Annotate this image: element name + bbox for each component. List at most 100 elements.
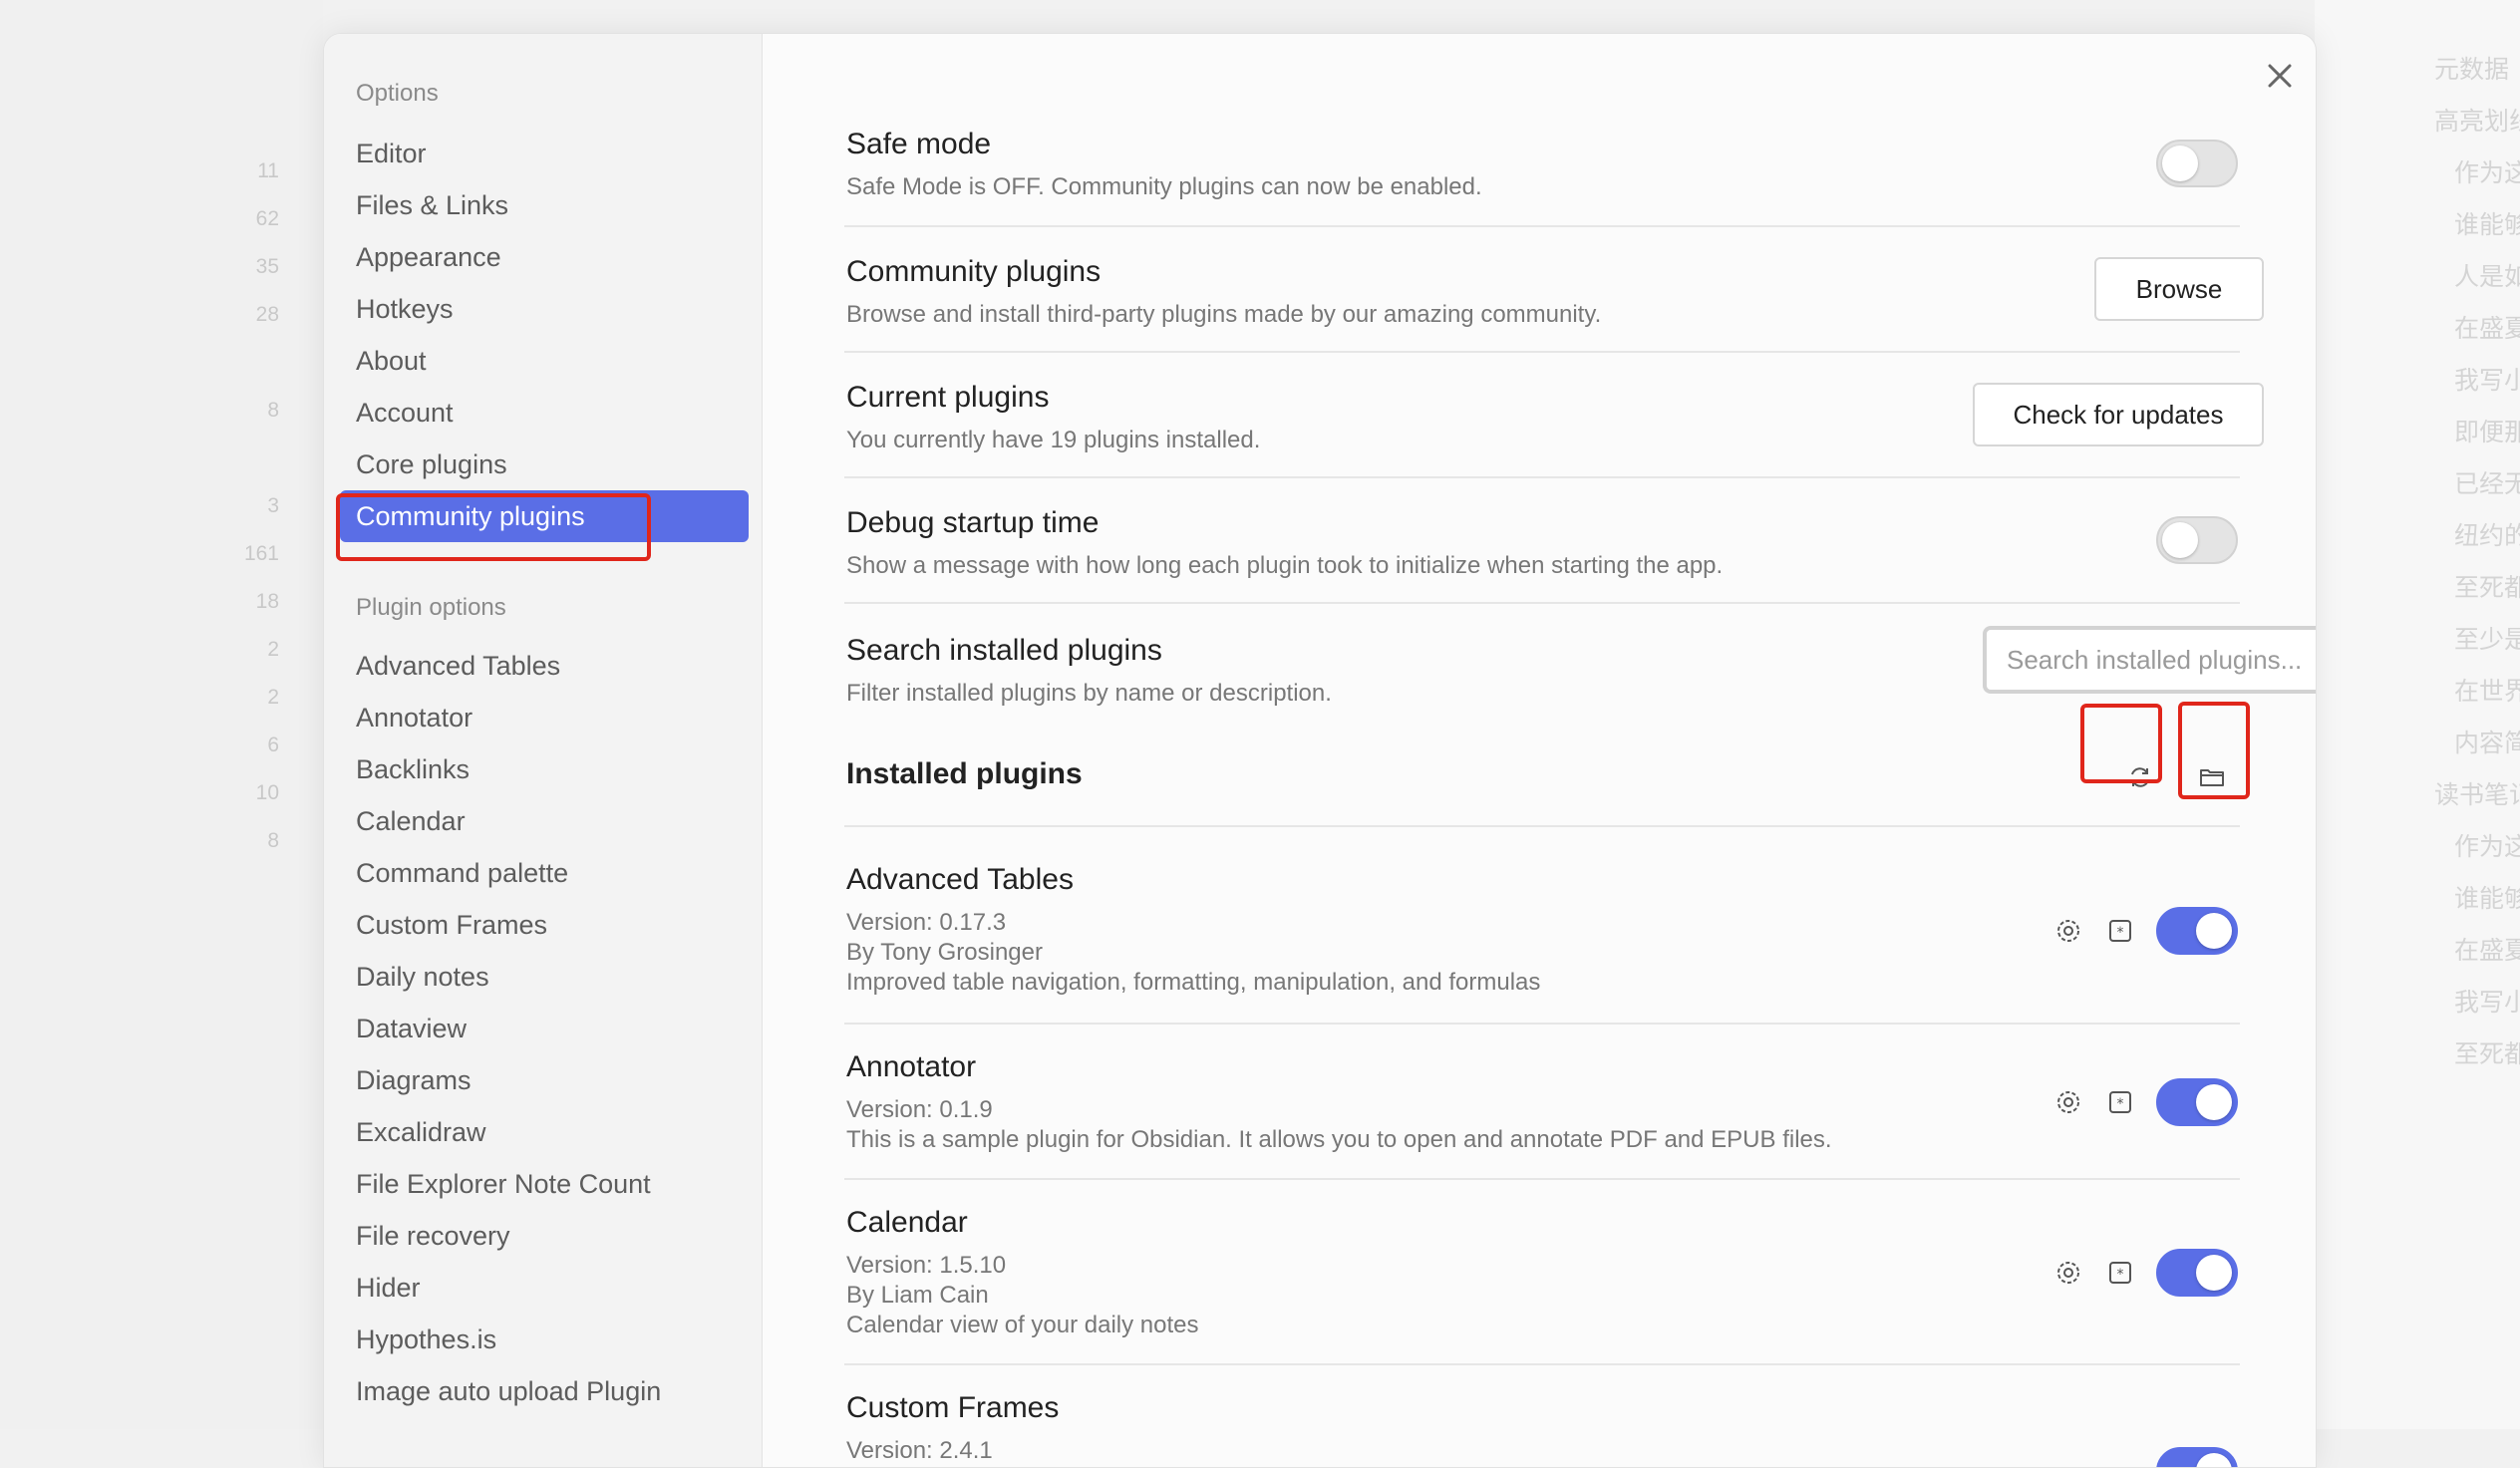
reload-icon: [2131, 767, 2149, 787]
close-icon: [2268, 64, 2292, 88]
community-plugins-title: Community plugins: [846, 255, 1102, 288]
sidebar-item-diagrams[interactable]: Diagrams: [340, 1054, 749, 1106]
sidebar-item-backlinks[interactable]: Backlinks: [340, 743, 749, 795]
sidebar-item-files-links[interactable]: Files & Links: [340, 179, 749, 231]
sidebar-item-account[interactable]: Account: [340, 387, 749, 439]
sidebar-item-about[interactable]: About: [340, 335, 749, 387]
plugin-description: Improved table navigation, formatting, m…: [846, 969, 1541, 996]
line-number: 62: [255, 207, 279, 230]
plugin-name: Custom Frames: [846, 1391, 1060, 1424]
plugin-enable-toggle[interactable]: [2156, 907, 2238, 955]
sidebar-item-dataview[interactable]: Dataview: [340, 1003, 749, 1054]
plugin-author: By Tony Grosinger: [846, 939, 1043, 966]
sidebar-item-hypothesis[interactable]: Hypothes.is: [340, 1314, 749, 1365]
line-number: 11: [257, 159, 279, 182]
plugin-settings-button[interactable]: [2047, 909, 2090, 953]
plugin-version: Version: 0.17.3: [846, 909, 1007, 936]
sidebar-item-custom-frames[interactable]: Custom Frames: [340, 899, 749, 951]
current-plugins-title: Current plugins: [846, 381, 1050, 414]
hotkey-icon: *: [2109, 920, 2131, 942]
settings-sidebar: Options Editor Files & Links Appearance …: [324, 34, 763, 1467]
settings-modal: Options Editor Files & Links Appearance …: [323, 33, 2317, 1468]
background-outline-panel: 元数据 高亮划线 作为这 谁能够 人是如 在盛夏 我写小 即便那 已经无 纽约的…: [2315, 0, 2520, 1429]
line-number: 2: [267, 686, 279, 709]
plugin-row: Advanced Tables Version: 0.17.3 By Tony …: [844, 827, 2240, 1025]
sidebar-item-calendar[interactable]: Calendar: [340, 795, 749, 847]
close-button[interactable]: [2258, 54, 2302, 98]
sidebar-item-appearance[interactable]: Appearance: [340, 231, 749, 283]
sidebar-item-annotator[interactable]: Annotator: [340, 692, 749, 743]
line-number: 35: [255, 255, 279, 278]
plugin-version: Version: 1.5.10: [846, 1252, 1007, 1279]
outline-item: 在盛夏: [2454, 314, 2520, 343]
gear-icon: [2057, 1262, 2079, 1284]
toggle-knob: [2162, 146, 2198, 181]
plugin-enable-toggle[interactable]: [2156, 1078, 2238, 1126]
outline-item: 即便那: [2454, 418, 2520, 446]
toggle-knob: [2162, 522, 2198, 558]
folder-icon: [2200, 769, 2224, 786]
outline-item: 作为这: [2454, 158, 2520, 187]
plugin-version: Version: 2.4.1: [846, 1437, 993, 1464]
options-heading: Options: [356, 80, 439, 107]
plugin-description: This is a sample plugin for Obsidian. It…: [846, 1126, 1832, 1153]
outline-item: 已经无: [2454, 469, 2520, 498]
plugin-description: Calendar view of your daily notes: [846, 1312, 1199, 1338]
plugin-settings-button[interactable]: [2047, 1251, 2090, 1295]
check-for-updates-button[interactable]: Check for updates: [1973, 383, 2264, 446]
sidebar-item-image-auto-upload[interactable]: Image auto upload Plugin: [340, 1365, 749, 1417]
search-plugins-desc: Filter installed plugins by name or desc…: [846, 680, 1332, 707]
sidebar-item-excalidraw[interactable]: Excalidraw: [340, 1106, 749, 1158]
sidebar-item-command-palette[interactable]: Command palette: [340, 847, 749, 899]
plugin-hotkeys-button[interactable]: *: [2098, 909, 2142, 953]
reload-plugins-button[interactable]: [2118, 755, 2162, 799]
line-number: 3: [267, 494, 279, 517]
sidebar-item-editor[interactable]: Editor: [340, 128, 749, 179]
sidebar-item-hider[interactable]: Hider: [340, 1262, 749, 1314]
search-plugins-input[interactable]: [1983, 626, 2316, 694]
gear-icon: [2057, 920, 2079, 942]
plugin-version: Version: 0.1.9: [846, 1096, 993, 1123]
toggle-knob: [2196, 913, 2232, 949]
browse-button[interactable]: Browse: [2094, 257, 2264, 321]
sidebar-item-advanced-tables[interactable]: Advanced Tables: [340, 640, 749, 692]
outline-item: 在世界: [2454, 677, 2520, 706]
safe-mode-title: Safe mode: [846, 128, 992, 160]
plugin-options-heading: Plugin options: [356, 594, 506, 621]
sidebar-item-file-recovery[interactable]: File recovery: [340, 1210, 749, 1262]
settings-content: Safe mode Safe Mode is OFF. Community pl…: [844, 34, 2316, 1467]
sidebar-item-file-explorer-note-count[interactable]: File Explorer Note Count: [340, 1158, 749, 1210]
search-plugins-title: Search installed plugins: [846, 634, 1162, 667]
plugin-enable-toggle[interactable]: [2156, 1249, 2238, 1297]
svg-text:*: *: [2117, 1096, 2124, 1112]
plugin-row: Calendar Version: 1.5.10 By Liam Cain Ca…: [844, 1180, 2240, 1365]
outline-item: 人是如: [2454, 262, 2520, 291]
plugin-name: Advanced Tables: [846, 863, 1074, 896]
line-number: 8: [267, 399, 279, 422]
outline-item: 至死都: [2454, 573, 2520, 602]
plugin-hotkeys-button[interactable]: *: [2098, 1080, 2142, 1124]
svg-text:*: *: [2117, 925, 2124, 941]
sidebar-item-hotkeys[interactable]: Hotkeys: [340, 283, 749, 335]
setting-safe-mode: Safe mode Safe Mode is OFF. Community pl…: [844, 90, 2240, 227]
outline-item: 谁能够: [2454, 884, 2520, 913]
plugin-author: By Liam Cain: [846, 1282, 989, 1309]
open-plugins-folder-button[interactable]: [2190, 755, 2234, 799]
setting-debug-startup: Debug startup time Show a message with h…: [844, 478, 2240, 604]
toggle-knob: [2196, 1453, 2232, 1467]
plugin-row: Annotator Version: 0.1.9 This is a sampl…: [844, 1025, 2240, 1180]
sidebar-item-core-plugins[interactable]: Core plugins: [340, 439, 749, 490]
plugin-enable-toggle[interactable]: [2156, 1447, 2238, 1467]
safe-mode-toggle[interactable]: [2156, 140, 2238, 187]
outline-item: 我写小: [2454, 366, 2520, 395]
plugin-settings-button[interactable]: [2047, 1080, 2090, 1124]
plugin-hotkeys-button[interactable]: *: [2098, 1251, 2142, 1295]
line-number: 6: [267, 734, 279, 756]
sidebar-item-daily-notes[interactable]: Daily notes: [340, 951, 749, 1003]
debug-startup-desc: Show a message with how long each plugin…: [846, 552, 1724, 579]
sidebar-item-community-plugins[interactable]: Community plugins: [340, 490, 749, 542]
plugin-row: Custom Frames Version: 2.4.1: [844, 1365, 2240, 1467]
outline-item: 至少是: [2454, 625, 2520, 654]
debug-startup-toggle[interactable]: [2156, 516, 2238, 564]
setting-current-plugins: Current plugins You currently have 19 pl…: [844, 353, 2264, 478]
